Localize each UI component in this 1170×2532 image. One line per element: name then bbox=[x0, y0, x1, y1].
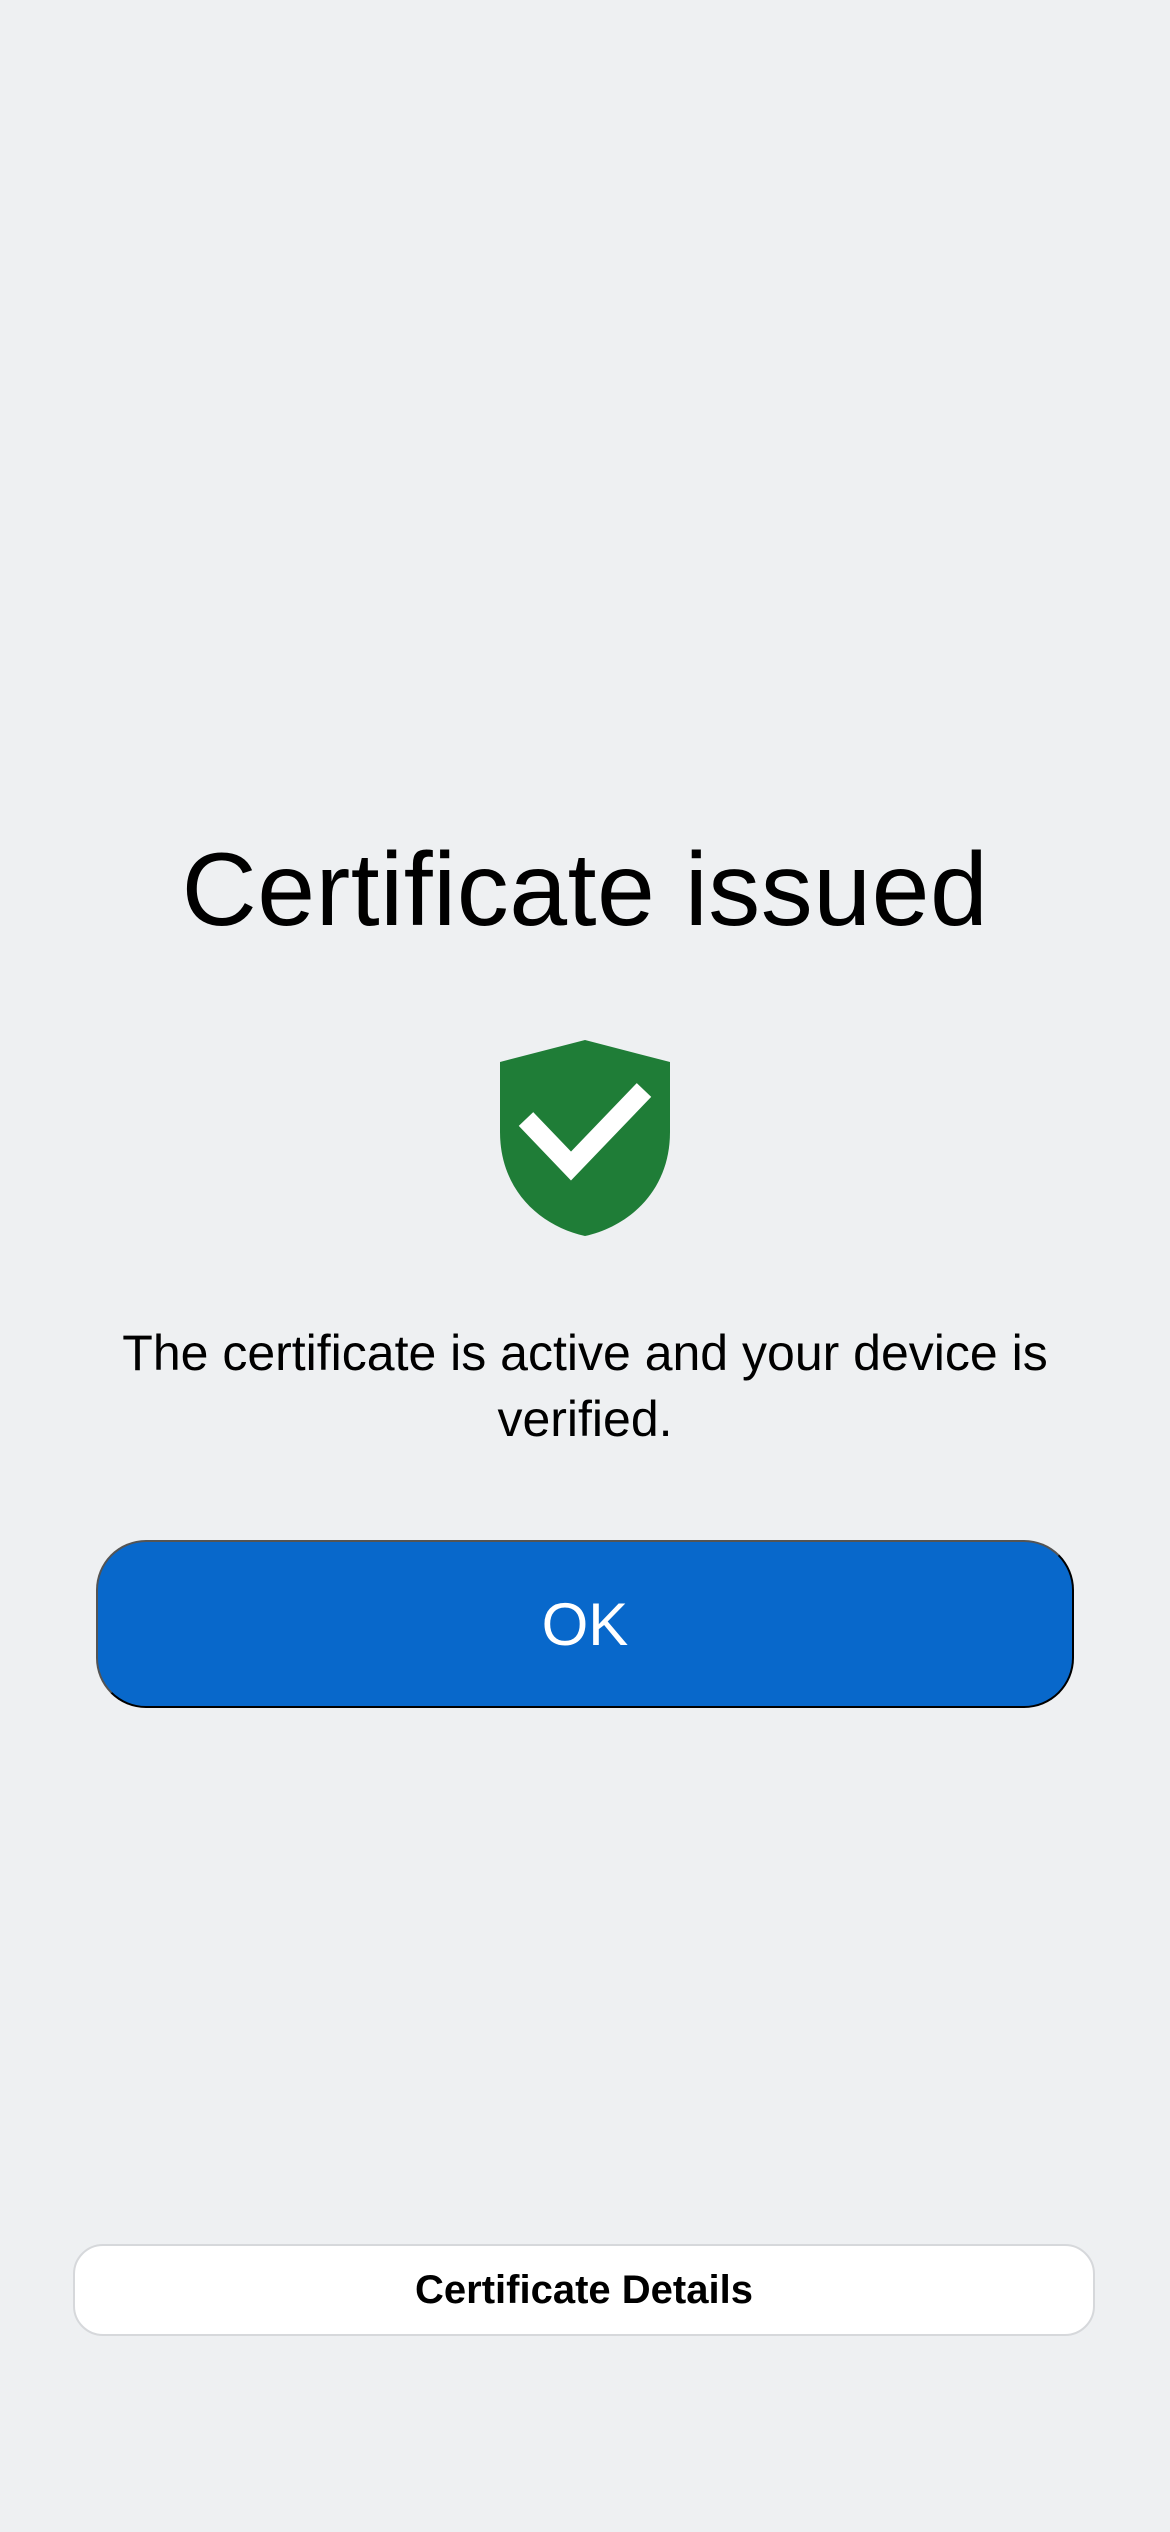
ok-button[interactable]: OK bbox=[96, 1540, 1074, 1708]
certificate-details-button[interactable]: Certificate Details bbox=[73, 2244, 1095, 2336]
page-title: Certificate issued bbox=[181, 832, 989, 948]
shield-check-icon bbox=[500, 1040, 670, 1236]
status-message: The certificate is active and your devic… bbox=[122, 1325, 1048, 1447]
